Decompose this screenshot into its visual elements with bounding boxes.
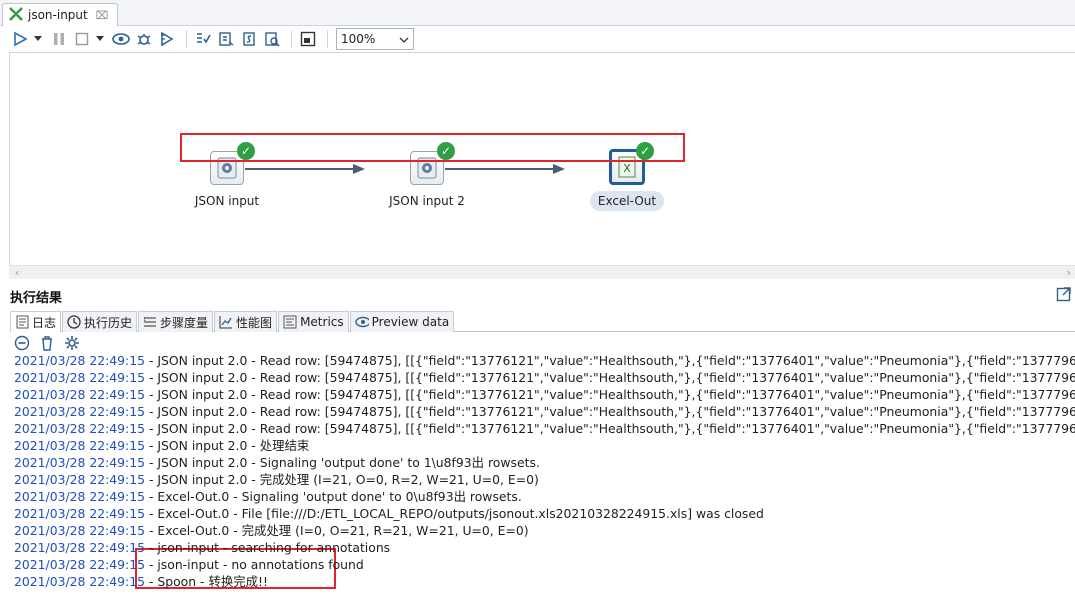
editor-tab-strip: json-input ⌧ — [0, 0, 1075, 26]
log-line: 2021/03/28 22:49:15 - Excel-Out.0 - File… — [14, 506, 764, 521]
log-line: 2021/03/28 22:49:15 - JSON input 2.0 - S… — [14, 455, 540, 470]
log-line: 2021/03/28 22:49:15 - JSON input 2.0 - R… — [14, 404, 1075, 419]
debug-icon[interactable] — [134, 29, 154, 49]
clear-log-icon[interactable] — [40, 335, 54, 354]
impact-icon[interactable] — [216, 29, 236, 49]
tab-metrics[interactable]: Metrics — [278, 311, 349, 332]
editor-tab-label: json-input — [28, 8, 88, 22]
run-dropdown-icon[interactable] — [33, 29, 43, 49]
tab-step-metrics[interactable]: 1 步骤度量 — [138, 311, 214, 332]
metrics-icon — [283, 315, 297, 329]
scroll-right-icon[interactable]: › — [1067, 266, 1071, 279]
tab-log[interactable]: 日志 — [10, 311, 62, 332]
explore-db-icon[interactable] — [262, 29, 282, 49]
log-line: 2021/03/28 22:49:15 - JSON input 2.0 - R… — [14, 353, 1075, 368]
results-panel-title: 执行结果 — [10, 291, 63, 306]
step-label: Excel-Out — [589, 191, 665, 211]
svg-text:1: 1 — [143, 317, 146, 323]
step-label: JSON input 2 — [389, 194, 465, 208]
settings-icon[interactable] — [64, 335, 80, 354]
history-icon — [67, 315, 81, 329]
log-toolbar — [14, 334, 80, 354]
zoom-select[interactable]: 100% — [336, 28, 414, 50]
close-tab-icon[interactable]: ⌧ — [96, 9, 109, 22]
transformation-toolbar: 100% — [0, 26, 1075, 52]
toolbar-separator — [186, 30, 187, 48]
log-line: 2021/03/28 22:49:15 - Excel-Out.0 - Sign… — [14, 489, 522, 504]
run-icon[interactable] — [10, 29, 30, 49]
scroll-left-icon[interactable]: ‹ — [15, 266, 19, 279]
highlight-box-step-status — [180, 133, 685, 162]
tab-label: 日志 — [32, 315, 57, 330]
collapse-icon[interactable] — [14, 335, 30, 354]
hop-arrowhead-icon — [553, 164, 565, 174]
preview-icon[interactable] — [111, 29, 131, 49]
log-line: 2021/03/28 22:49:15 - json-input - searc… — [14, 540, 391, 555]
zoom-value: 100% — [341, 32, 376, 46]
show-results-icon[interactable] — [298, 29, 318, 49]
results-tab-bar: 日志 执行历史 1 步骤度量 性能图 Metrics Preview data — [10, 311, 1075, 332]
toolbar-separator — [291, 30, 292, 48]
tab-performance-graph[interactable]: 性能图 — [214, 311, 278, 332]
log-output[interactable]: 2021/03/28 22:49:15 - JSON input 2.0 - R… — [14, 352, 1075, 599]
editor-tab-json-input[interactable]: json-input ⌧ — [2, 3, 118, 26]
toolbar-separator — [327, 30, 328, 48]
transformation-icon — [8, 6, 24, 25]
preview-data-icon — [354, 315, 369, 329]
replay-icon[interactable] — [157, 29, 177, 49]
log-line: 2021/03/28 22:49:15 - JSON input 2.0 - 完… — [14, 472, 539, 487]
log-icon — [15, 315, 29, 329]
tab-label: 执行历史 — [84, 315, 133, 330]
tab-execution-history[interactable]: 执行历史 — [62, 311, 138, 332]
performance-graph-icon — [219, 315, 233, 329]
sql-icon[interactable] — [239, 29, 259, 49]
tab-label: Preview data — [371, 315, 450, 329]
hop-arrowhead-icon — [353, 164, 365, 174]
canvas-horizontal-scrollbar[interactable]: ‹ › — [9, 265, 1075, 279]
stop-icon[interactable] — [72, 29, 92, 49]
tab-label: 性能图 — [236, 315, 273, 330]
step-metrics-icon: 1 — [143, 315, 157, 329]
stop-dropdown-icon[interactable] — [95, 29, 105, 49]
tab-label: 步骤度量 — [160, 315, 209, 330]
log-line: 2021/03/28 22:49:15 - json-input - no an… — [14, 557, 364, 572]
log-line: 2021/03/28 22:49:15 - JSON input 2.0 - 处… — [14, 438, 310, 453]
svg-text:X: X — [623, 162, 631, 175]
log-line: 2021/03/28 22:49:15 - Spoon - 转换完成!! — [14, 574, 268, 589]
tab-preview-data[interactable]: Preview data — [349, 311, 455, 332]
log-line: 2021/03/28 22:49:15 - JSON input 2.0 - R… — [14, 387, 1075, 402]
tab-label: Metrics — [300, 315, 344, 329]
log-line: 2021/03/28 22:49:15 - Excel-Out.0 - 完成处理… — [14, 523, 529, 538]
maximize-panel-icon[interactable] — [1056, 286, 1072, 302]
pause-icon[interactable] — [49, 29, 69, 49]
chevron-down-icon — [399, 32, 409, 46]
log-line: 2021/03/28 22:49:15 - JSON input 2.0 - R… — [14, 421, 1075, 436]
step-label: JSON input — [194, 194, 260, 208]
log-line: 2021/03/28 22:49:15 - JSON input 2.0 - R… — [14, 370, 1075, 385]
verify-icon[interactable] — [193, 29, 213, 49]
